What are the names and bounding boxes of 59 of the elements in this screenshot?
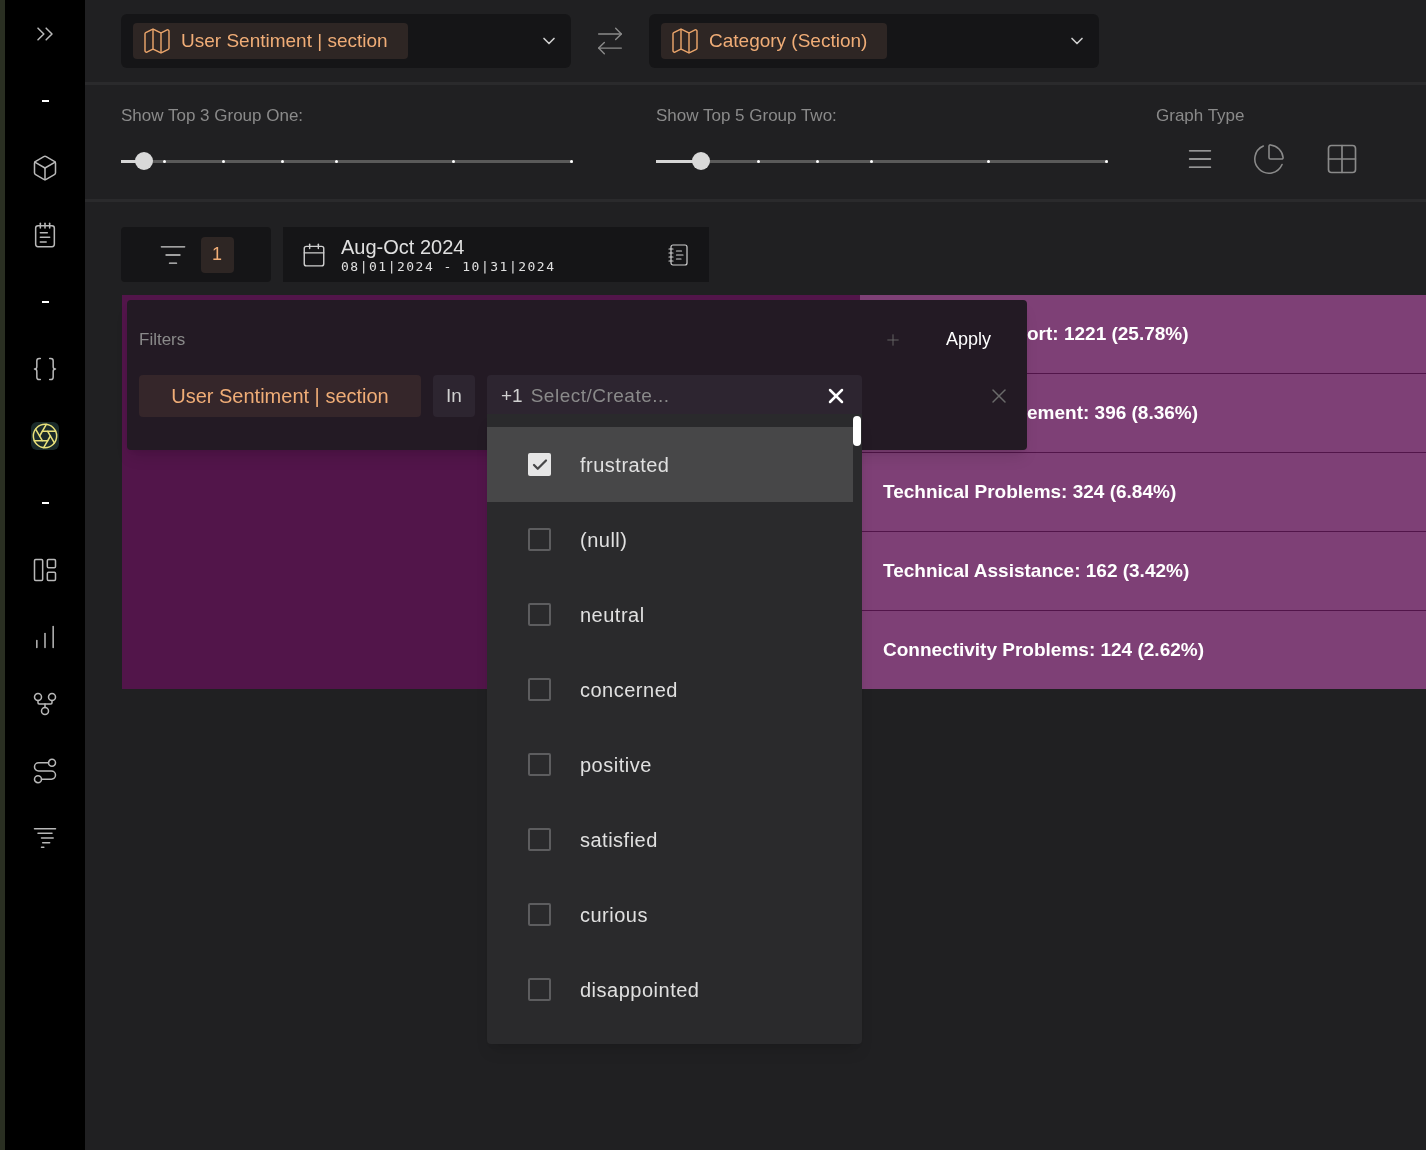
operator-chip[interactable]: In <box>433 375 475 417</box>
pie-chart-icon[interactable] <box>1252 141 1286 176</box>
group-name: User Sentiment | section <box>181 28 389 53</box>
date-range-dates: 08|01|2024 - 10|31|2024 <box>341 259 557 273</box>
group-name: Category (Section) <box>709 28 869 53</box>
aperture-icon[interactable] <box>31 421 59 450</box>
bar-label: ement: 396 (8.36%) <box>1027 400 1199 425</box>
filters-title: Filters <box>139 328 187 351</box>
slider-thumb[interactable] <box>692 151 711 170</box>
option-label: curious <box>580 902 648 928</box>
apply-button[interactable]: Apply <box>945 326 991 353</box>
option-item[interactable]: disappointed <box>487 952 853 1027</box>
bar-label: ort: 1221 (25.78%) <box>1027 321 1189 346</box>
slider-track[interactable] <box>656 150 1108 171</box>
value-input[interactable]: Select/Create... <box>530 381 816 411</box>
option-item[interactable]: (null) <box>487 502 853 577</box>
date-range-picker[interactable]: Aug-Oct 2024 08|01|2024 - 10|31|2024 <box>283 227 709 282</box>
option-label: disappointed <box>580 977 700 1003</box>
option-item[interactable]: concerned <box>487 652 853 727</box>
slider-thumb[interactable] <box>134 151 153 170</box>
date-range-title: Aug-Oct 2024 <box>341 236 466 257</box>
option-item[interactable]: positive <box>487 727 853 802</box>
bar-label: Technical Assistance: 162 (3.42%) <box>883 558 1190 583</box>
calendar-list-icon[interactable] <box>667 242 691 267</box>
bar-label: Technical Problems: 324 (6.84%) <box>883 479 1177 504</box>
option-label: (null) <box>580 527 628 553</box>
checkbox[interactable] <box>528 828 551 851</box>
option-label: frustrated <box>580 452 670 478</box>
value-select-field[interactable]: +1 Select/Create... <box>487 375 862 417</box>
cube-icon[interactable] <box>31 153 59 182</box>
bar-label: Connectivity Problems: 124 (2.62%) <box>883 637 1204 662</box>
option-label: concerned <box>580 677 678 703</box>
option-item[interactable]: neutral <box>487 577 853 652</box>
checkbox[interactable] <box>528 528 551 551</box>
filter-field-chip[interactable]: User Sentiment | section <box>139 375 421 417</box>
checkbox[interactable] <box>528 453 551 476</box>
checkbox[interactable] <box>528 903 551 926</box>
option-item[interactable]: satisfied <box>487 802 853 877</box>
selected-count: +1 <box>501 383 523 408</box>
option-item[interactable]: curious <box>487 877 853 952</box>
option-label: satisfied <box>580 827 658 853</box>
scrollbar-thumb[interactable] <box>853 416 861 446</box>
graph-type-label: Graph Type <box>1156 105 1246 127</box>
calendar-icon <box>301 241 327 268</box>
group-dropdown[interactable]: Category (Section) <box>649 14 1099 68</box>
slider-track[interactable] <box>121 150 573 171</box>
option-label: positive <box>580 752 652 778</box>
filter-button[interactable]: 1 <box>121 227 271 282</box>
filter-count: 1 <box>200 236 234 273</box>
checkbox[interactable] <box>528 978 551 1001</box>
route-icon[interactable] <box>31 756 59 785</box>
option-label: neutral <box>580 602 645 628</box>
checkbox[interactable] <box>528 753 551 776</box>
option-item[interactable]: frustrated <box>487 427 853 502</box>
checkbox[interactable] <box>528 603 551 626</box>
checkbox[interactable] <box>528 678 551 701</box>
group-dropdown[interactable]: User Sentiment | section <box>121 14 571 68</box>
slider-label: Show Top 3 Group One: <box>121 105 305 127</box>
slider-label: Show Top 5 Group Two: <box>656 105 838 127</box>
